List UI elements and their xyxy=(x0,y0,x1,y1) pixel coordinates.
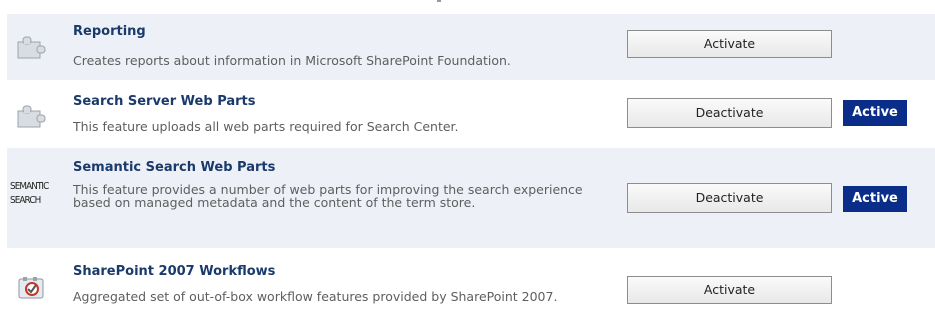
feature-description: This feature provides a number of web pa… xyxy=(73,182,583,210)
workflow-icon xyxy=(17,276,47,300)
feature-title: Reporting xyxy=(73,24,146,39)
feature-title: SharePoint 2007 Workflows xyxy=(73,264,276,279)
status-badge: Active xyxy=(843,186,907,212)
feature-row-semantic-search-web-parts: SEMANTIC SEARCH Semantic Search Web Part… xyxy=(7,148,935,248)
puzzle-icon xyxy=(17,105,47,129)
logo-line-2: SEARCH xyxy=(10,195,41,206)
semantic-search-logo-icon: SEMANTIC SEARCH xyxy=(10,180,54,206)
feature-description: Creates reports about information in Mic… xyxy=(73,53,511,68)
feature-description: This feature uploads all web parts requi… xyxy=(73,119,459,134)
feature-title: Semantic Search Web Parts xyxy=(73,160,276,175)
activate-button[interactable]: Activate xyxy=(627,276,832,304)
deactivate-button[interactable]: Deactivate xyxy=(627,98,832,128)
feature-row-reporting: Reporting Creates reports about informat… xyxy=(7,14,935,80)
feature-row-sharepoint-2007-workflows: SharePoint 2007 Workflows Aggregated set… xyxy=(7,258,935,320)
feature-title: Search Server Web Parts xyxy=(73,94,256,109)
logo-line-1: SEMANTIC xyxy=(10,181,49,192)
feature-list: Reporting Creates reports about informat… xyxy=(0,0,935,320)
puzzle-icon xyxy=(17,36,47,60)
scroll-marker xyxy=(437,0,441,2)
deactivate-button[interactable]: Deactivate xyxy=(627,183,832,213)
activate-button[interactable]: Activate xyxy=(627,30,832,58)
feature-description: Aggregated set of out-of-box workflow fe… xyxy=(73,289,558,304)
status-badge: Active xyxy=(843,100,907,126)
feature-row-search-server-web-parts: Search Server Web Parts This feature upl… xyxy=(7,90,935,136)
